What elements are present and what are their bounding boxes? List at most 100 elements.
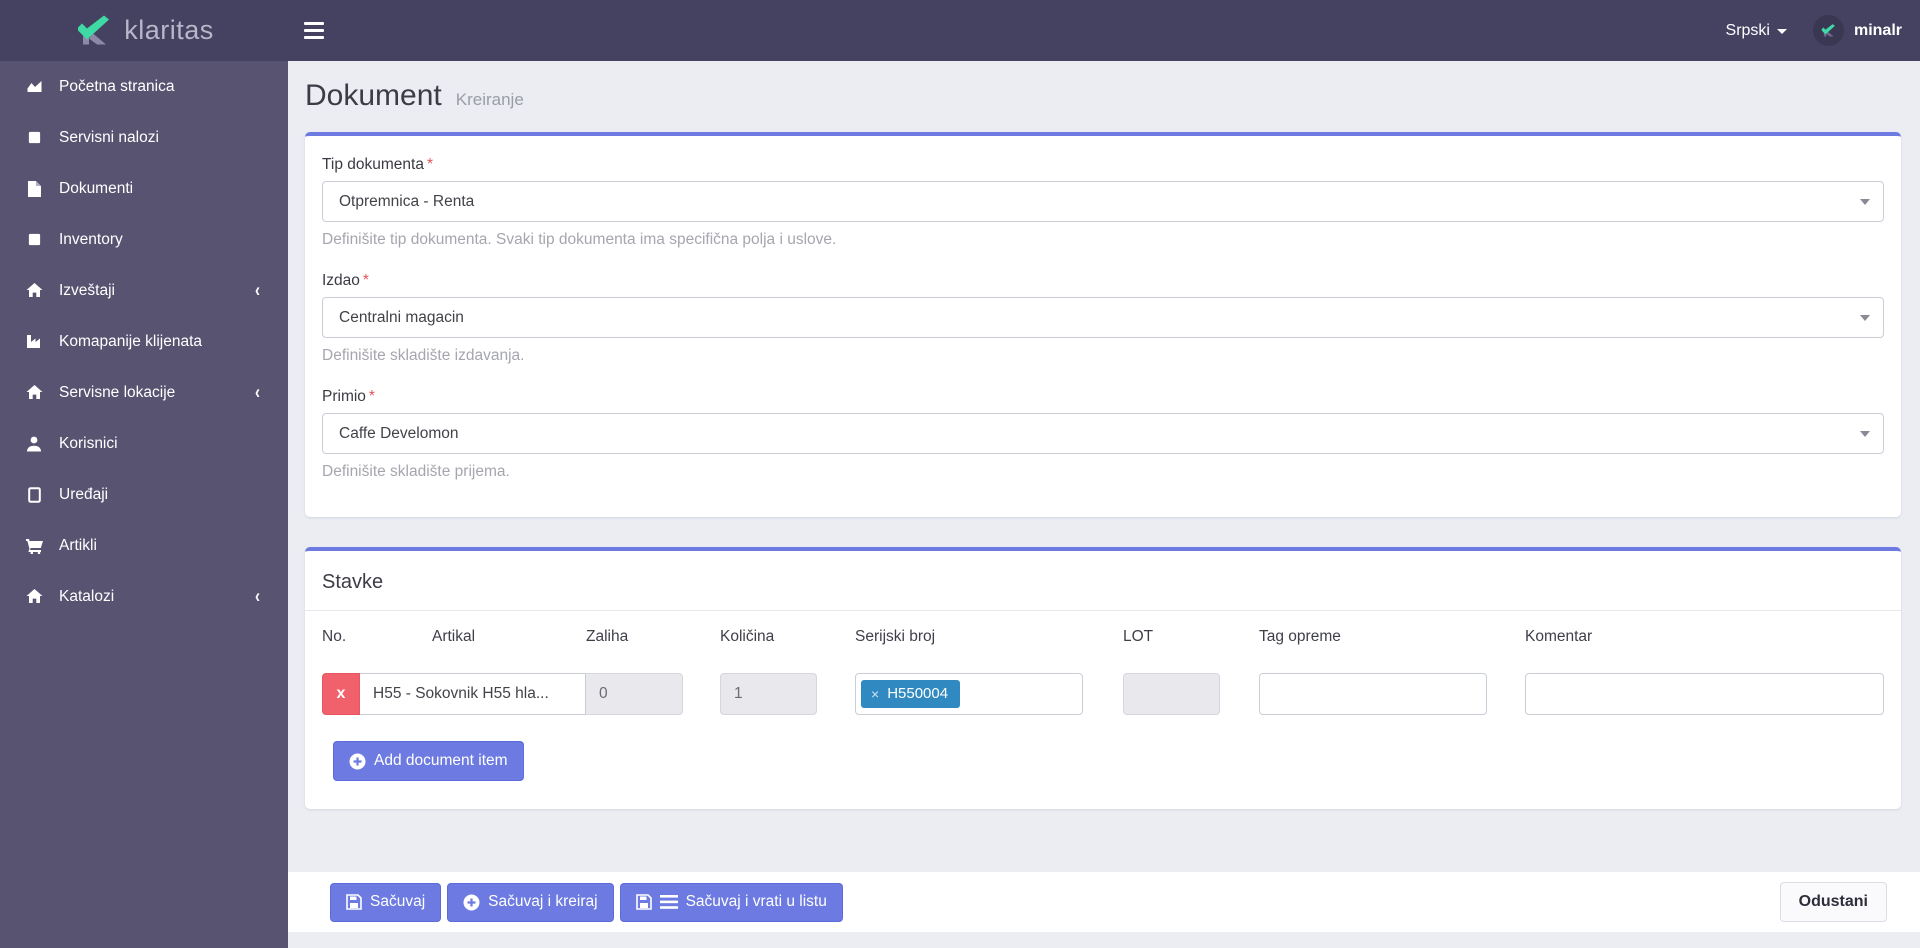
- plus-circle-icon: [349, 753, 366, 770]
- avatar: [1813, 15, 1844, 46]
- home-icon: [24, 589, 44, 605]
- divider: [305, 610, 1901, 611]
- col-artikal: Artikal: [360, 628, 586, 646]
- username: minalr: [1854, 22, 1902, 40]
- caret-down-icon: [1777, 29, 1787, 34]
- delete-item-button[interactable]: x: [322, 673, 360, 715]
- brand[interactable]: klaritas: [0, 0, 288, 61]
- field-label: Primio: [322, 388, 366, 405]
- language-label: Srpski: [1726, 22, 1770, 40]
- required-asterisk: *: [427, 156, 433, 173]
- sidebar: Početna stranica Servisni nalozi Dokumen…: [0, 61, 288, 948]
- serijski-broj-input[interactable]: × H550004: [855, 673, 1083, 715]
- avatar-logo-icon: [1820, 23, 1837, 38]
- lot-input: [1123, 673, 1220, 715]
- tag-opreme-input[interactable]: [1259, 673, 1487, 715]
- sidebar-item-komapanije-klijenata[interactable]: Komapanije klijenata: [0, 316, 288, 367]
- chart-area-icon: [24, 79, 44, 95]
- col-komentar: Komentar: [1525, 628, 1884, 646]
- serial-tag: × H550004: [861, 680, 960, 708]
- save-and-create-button[interactable]: Sačuvaj i kreiraj: [447, 883, 613, 922]
- tip-dokumenta-select[interactable]: Otpremnica - Renta: [322, 181, 1884, 222]
- sidebar-item-izvestaji[interactable]: Izveštaji ‹: [0, 265, 288, 316]
- page-title: Dokument Kreiranje: [305, 79, 1901, 113]
- select-value: Centralni magacin: [339, 309, 464, 327]
- chevron-left-icon: ‹: [255, 585, 260, 607]
- brand-name: klaritas: [124, 15, 214, 46]
- chevron-down-icon: [1860, 431, 1870, 437]
- chevron-left-icon: ‹: [255, 279, 260, 301]
- required-asterisk: *: [363, 272, 369, 289]
- field-help: Definišite skladište prijema.: [322, 463, 1884, 481]
- add-button-label: Add document item: [374, 752, 508, 770]
- required-asterisk: *: [369, 388, 375, 405]
- home-icon: [24, 385, 44, 401]
- plus-circle-icon: [463, 894, 480, 911]
- menu-icon[interactable]: [304, 14, 338, 48]
- save-button[interactable]: Sačuvaj: [330, 883, 441, 922]
- items-card: Stavke No. Artikal Zaliha Količina Serij…: [305, 547, 1901, 809]
- square-icon: [24, 130, 44, 146]
- select-value: Caffe Develomon: [339, 425, 458, 443]
- serial-tag-label: H550004: [887, 685, 948, 702]
- chevron-down-icon: [1860, 199, 1870, 205]
- komentar-input[interactable]: [1525, 673, 1884, 715]
- field-help: Definišite tip dokumenta. Svaki tip doku…: [322, 231, 1884, 249]
- save-icon: [636, 894, 652, 910]
- select-value: Otpremnica - Renta: [339, 193, 474, 211]
- sidebar-item-uredjaji[interactable]: Uređaji: [0, 469, 288, 520]
- field-label: Izdao: [322, 272, 360, 289]
- primio-select[interactable]: Caffe Develomon: [322, 413, 1884, 454]
- save-and-return-label: Sačuvaj i vrati u listu: [686, 893, 827, 911]
- col-tag-opreme: Tag opreme: [1259, 628, 1487, 646]
- sidebar-item-servisne-lokacije[interactable]: Servisne lokacije ‹: [0, 367, 288, 418]
- page-subtitle: Kreiranje: [456, 90, 524, 110]
- sidebar-item-pocetna-stranica[interactable]: Početna stranica: [0, 61, 288, 112]
- field-izdao: Izdao* Centralni magacin Definišite skla…: [322, 272, 1884, 365]
- add-document-item-button[interactable]: Add document item: [333, 741, 524, 781]
- klaritas-logo-icon: [74, 14, 114, 47]
- page-title-text: Dokument: [305, 79, 442, 113]
- save-and-return-button[interactable]: Sačuvaj i vrati u listu: [620, 883, 843, 922]
- chevron-left-icon: ‹: [255, 381, 260, 403]
- field-help: Definišite skladište izdavanja.: [322, 347, 1884, 365]
- close-icon: x: [337, 685, 346, 703]
- cancel-button[interactable]: Odustani: [1780, 882, 1887, 922]
- list-icon: [660, 895, 678, 909]
- col-serijski-broj: Serijski broj: [855, 628, 1083, 646]
- zaliha-input: [586, 673, 683, 715]
- col-kolicina: Količina: [720, 628, 817, 646]
- user-menu[interactable]: minalr: [1813, 15, 1902, 46]
- save-button-label: Sačuvaj: [370, 893, 425, 911]
- cancel-button-label: Odustani: [1799, 893, 1868, 911]
- sidebar-item-dokumenti[interactable]: Dokumenti: [0, 163, 288, 214]
- tablet-icon: [24, 487, 44, 503]
- sidebar-item-servisni-nalozi[interactable]: Servisni nalozi: [0, 112, 288, 163]
- field-label: Tip dokumenta: [322, 156, 424, 173]
- language-dropdown[interactable]: Srpski: [1726, 22, 1787, 40]
- sidebar-item-inventory[interactable]: Inventory: [0, 214, 288, 265]
- user-icon: [24, 436, 44, 452]
- sidebar-item-katalozi[interactable]: Katalozi ‹: [0, 571, 288, 622]
- remove-serial-icon[interactable]: ×: [871, 686, 879, 702]
- footer-action-bar: Sačuvaj Sačuvaj i kreiraj Sačuvaj i vrat…: [288, 872, 1920, 932]
- save-and-create-label: Sačuvaj i kreiraj: [488, 893, 597, 911]
- items-section-title: Stavke: [322, 571, 1884, 610]
- main-content: Dokument Kreiranje Tip dokumenta* Otprem…: [288, 61, 1920, 948]
- izdao-select[interactable]: Centralni magacin: [322, 297, 1884, 338]
- table-row: x H55 - Sokovnik H55 hla... × H550004: [322, 673, 1884, 715]
- save-icon: [346, 894, 362, 910]
- kolicina-input: [720, 673, 817, 715]
- cart-icon: [24, 538, 44, 554]
- field-primio: Primio* Caffe Develomon Definišite sklad…: [322, 388, 1884, 481]
- document-form-card: Tip dokumenta* Otpremnica - Renta Defini…: [305, 132, 1901, 517]
- file-icon: [24, 181, 44, 197]
- sidebar-item-artikli[interactable]: Artikli: [0, 520, 288, 571]
- items-table-header: No. Artikal Zaliha Količina Serijski bro…: [322, 628, 1884, 646]
- field-tip-dokumenta: Tip dokumenta* Otpremnica - Renta Defini…: [322, 156, 1884, 249]
- artikal-select[interactable]: H55 - Sokovnik H55 hla...: [360, 673, 586, 715]
- industry-icon: [24, 334, 44, 350]
- sidebar-item-korisnici[interactable]: Korisnici: [0, 418, 288, 469]
- col-zaliha: Zaliha: [586, 628, 683, 646]
- chevron-down-icon: [1860, 315, 1870, 321]
